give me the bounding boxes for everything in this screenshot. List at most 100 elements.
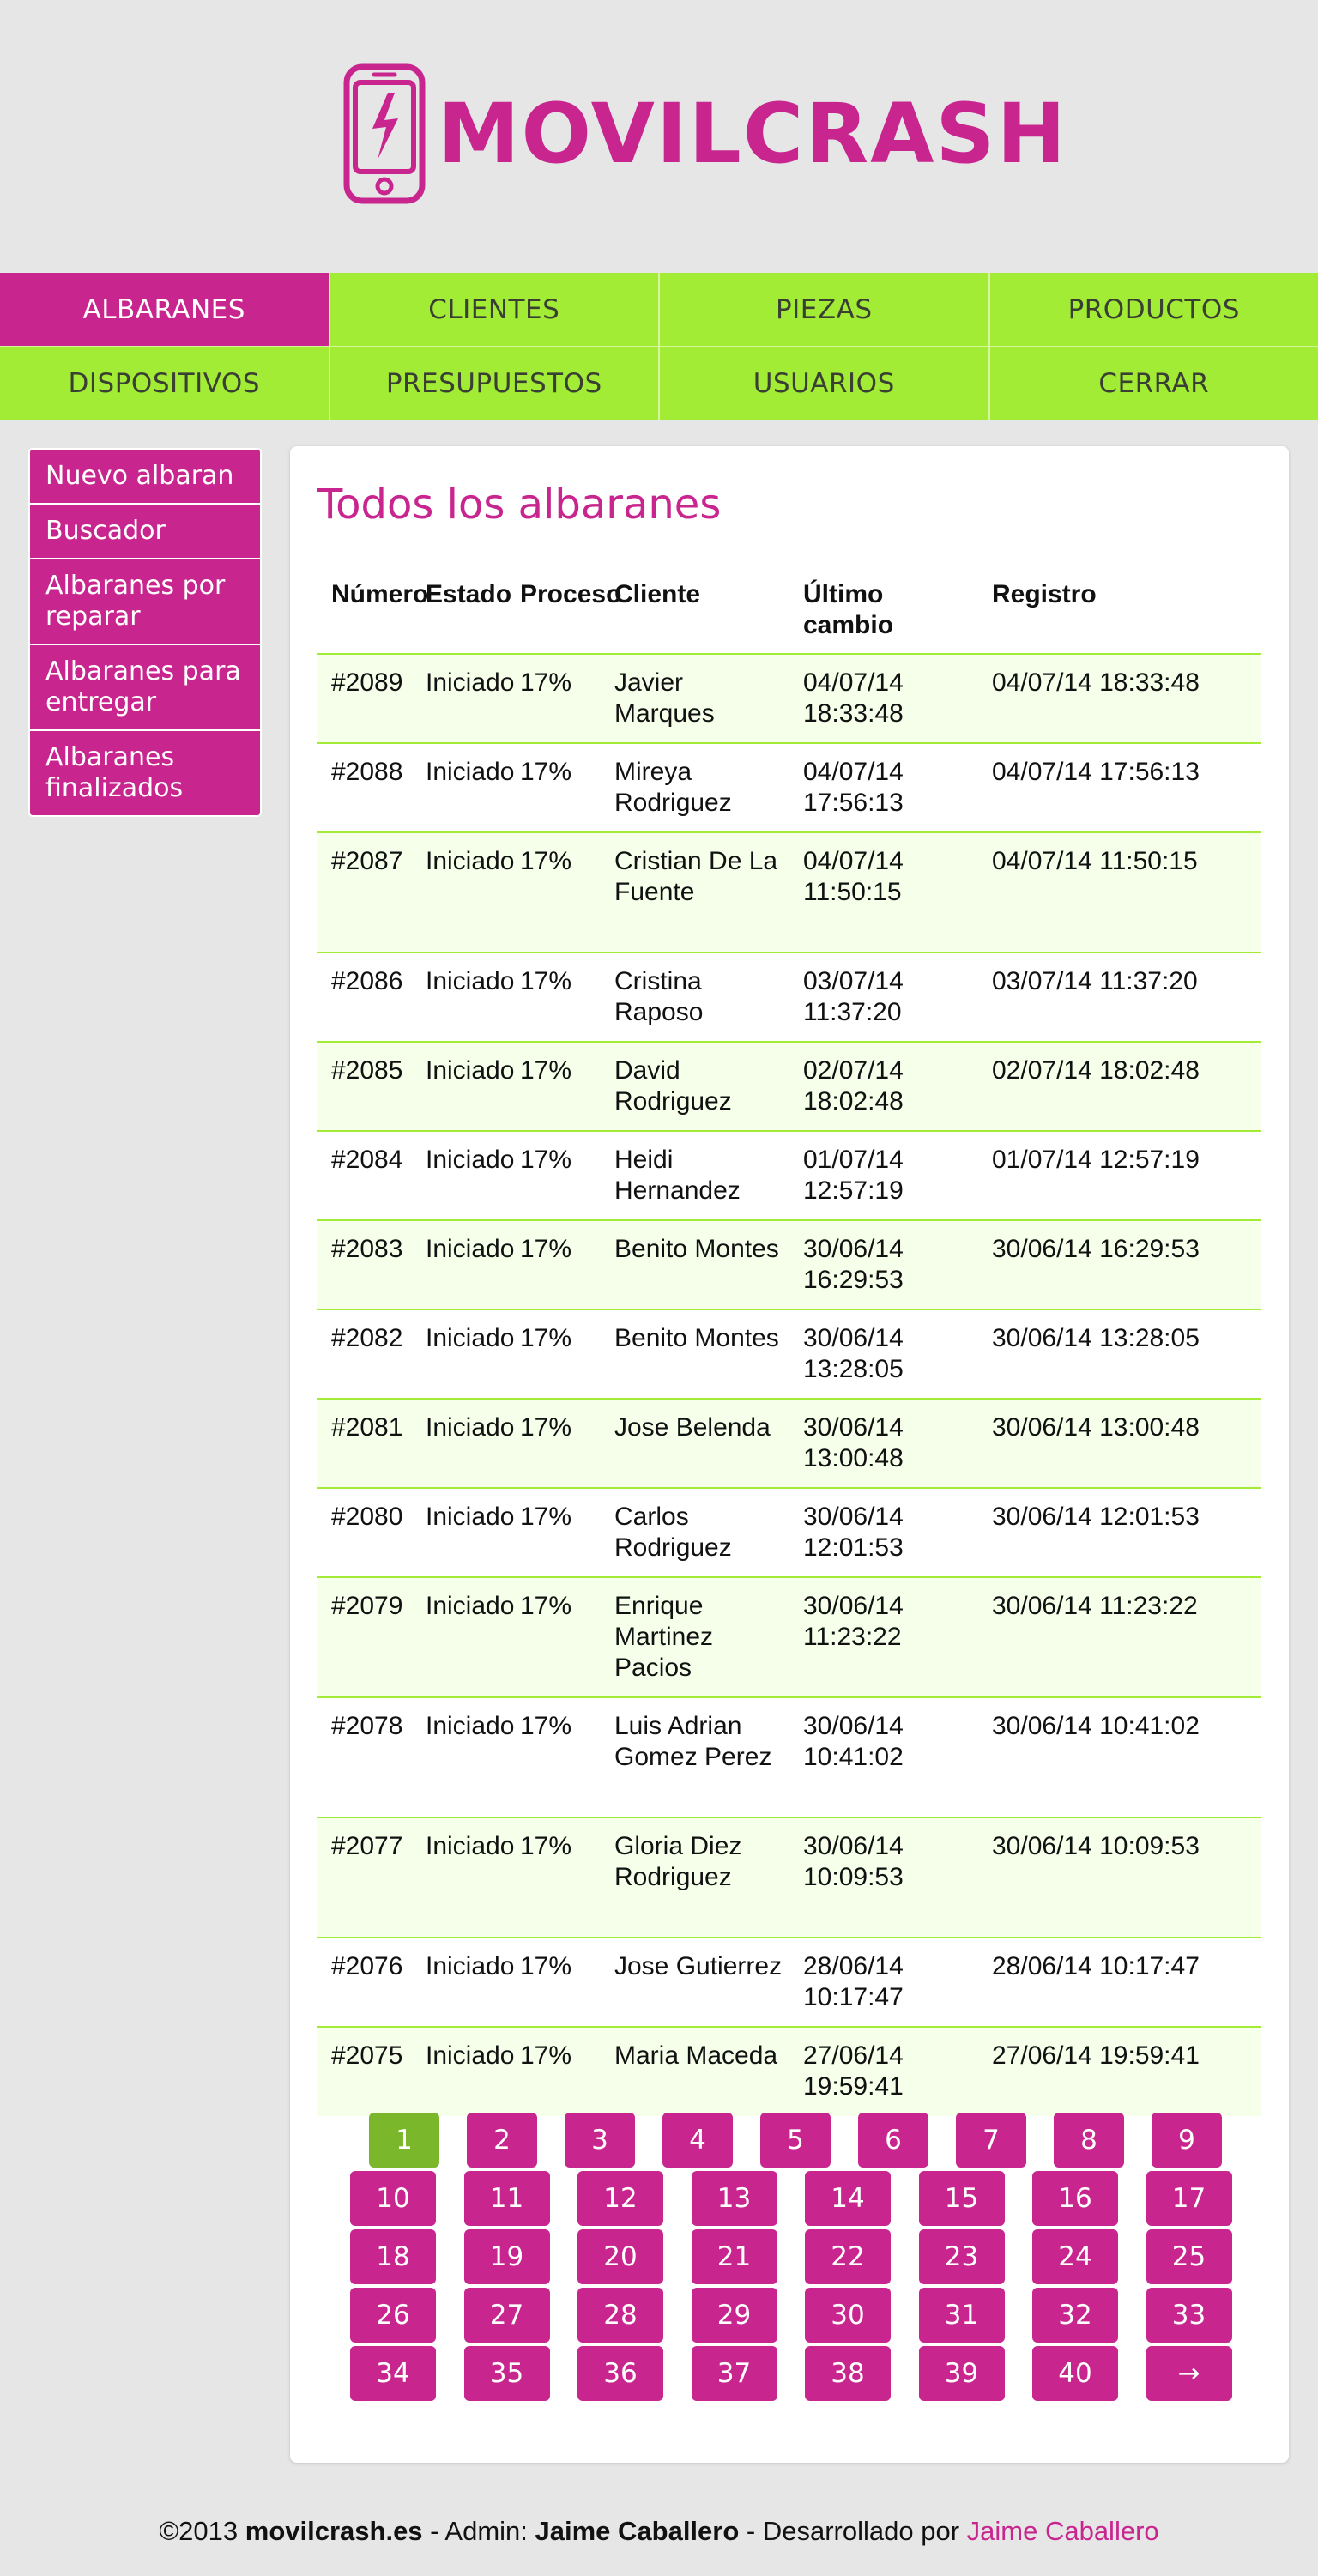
page-button[interactable]: 28 [577,2288,663,2343]
page-button[interactable]: 35 [463,2346,550,2401]
table-row[interactable]: #2080 Iniciado 17% Carlos Rodriguez 30/06/14… [317,1488,1261,1578]
page-button[interactable]: 5 [760,2113,831,2168]
column-header-ultimo-cambio[interactable]: Último cambio [789,579,978,655]
pagination: 1 2 3 4 5 6 7 8 9 10 11 12 13 14 15 16 17 18 19 20 21 22 23 24 2… [350,2113,1242,2404]
cell-numero: #2080 [317,1488,412,1578]
column-header-numero[interactable]: Número [317,579,428,655]
page-button[interactable]: 38 [805,2346,891,2401]
table-row[interactable]: #2087 Iniciado 17% Cristian De La Fuente 04/… [317,832,1261,953]
cell-numero: #2075 [331,2041,403,2070]
pagination-row: 10 11 12 13 14 15 16 17 [350,2171,1242,2229]
next-page-button[interactable]: → [1146,2346,1232,2401]
page-button[interactable]: 13 [691,2171,777,2226]
cell-numero: #2079 [317,1577,412,1698]
table-row[interactable]: #2085 Iniciado 17% David Rodriguez 02/07/14 … [317,1042,1261,1132]
page-button[interactable]: 3 [565,2113,635,2168]
sidebar-item-buscador[interactable]: Buscador [28,503,262,558]
page-button[interactable]: 39 [918,2346,1005,2401]
table-row[interactable]: #2075 Iniciado 17% Maria Maceda 27/06/14 19:… [317,2027,1261,2116]
nav-item-usuarios[interactable]: USUARIOS [660,347,990,420]
page-button[interactable]: 30 [805,2288,891,2343]
page-button[interactable]: 40 [1032,2346,1118,2401]
footer: ©2013 movilcrash.es - Admin: Jaime Cabal… [0,2516,1318,2547]
table-row[interactable]: #2079 Iniciado 17% Enrique Martinez Pacios 3… [317,1577,1261,1698]
page-button[interactable]: 25 [1146,2229,1232,2284]
nav-item-cerrar[interactable]: CERRAR [989,347,1318,420]
nav-item-piezas[interactable]: PIEZAS [660,273,990,346]
cell-proceso: 17% [506,1220,601,1310]
cell-ultimo-cambio: 30/06/14 13:00:48 [789,1399,978,1489]
page-button[interactable]: 17 [1146,2171,1232,2226]
page-button[interactable]: 6 [858,2113,928,2168]
sidebar-item-nuevo-albaran[interactable]: Nuevo albaran [28,448,262,503]
page-button[interactable]: 8 [1054,2113,1124,2168]
table-row[interactable]: #2086 Iniciado 17% Cristina Raposo 03/07/14 … [317,952,1261,1043]
nav-item-albaranes[interactable]: ALBARANES [0,273,330,346]
nav-item-dispositivos[interactable]: DISPOSITIVOS [0,347,330,420]
cell-numero: #2087 [317,832,412,953]
cell-proceso: 17% [506,1131,601,1221]
page-button[interactable]: 1 [369,2113,439,2168]
page-button[interactable]: 19 [463,2229,550,2284]
page-button[interactable]: 12 [577,2171,663,2226]
column-header-registro[interactable]: Registro [978,579,1261,655]
page-button[interactable]: 14 [805,2171,891,2226]
nav-item-presupuestos[interactable]: PRESUPUESTOS [330,347,660,420]
table-row[interactable]: #2077 Iniciado 17% Gloria Diez Rodriguez 30/… [317,1817,1261,1938]
table-row[interactable]: #2076 Iniciado 17% Jose Gutierrez 28/06/14 1… [317,1938,1261,2028]
footer-developer-link[interactable]: Jaime Caballero [967,2516,1159,2546]
page-button[interactable]: 27 [463,2288,550,2343]
column-header-cliente[interactable]: Cliente [601,579,789,655]
page-button[interactable]: 15 [918,2171,1005,2226]
table-row[interactable]: #2083 Iniciado 17% Benito Montes 30/06/14 16… [317,1220,1261,1310]
cell-registro: 30/06/14 12:01:53 [978,1488,1261,1578]
page-button[interactable]: 18 [350,2229,436,2284]
page-button[interactable]: 26 [350,2288,436,2343]
page-button[interactable]: 34 [350,2346,436,2401]
page-button[interactable]: 7 [956,2113,1026,2168]
sidebar-item-albaranes-por-reparar[interactable]: Albaranes por reparar [28,558,262,644]
page-button[interactable]: 33 [1146,2288,1232,2343]
sidebar-item-albaranes-finalizados[interactable]: Albaranes finalizados [28,729,262,817]
cell-numero: #2076 [317,1938,412,2028]
table-row[interactable]: #2081 Iniciado 17% Jose Belenda 30/06/14 13:… [317,1399,1261,1489]
column-header-estado[interactable]: Estado [412,579,511,655]
page-button[interactable]: 32 [1032,2288,1118,2343]
cell-numero: #2077 [317,1817,412,1938]
footer-admin-name: Jaime Caballero [535,2516,740,2546]
nav-item-productos[interactable]: PRODUCTOS [989,273,1318,346]
page-button[interactable]: 31 [918,2288,1005,2343]
page-button[interactable]: 21 [691,2229,777,2284]
cell-numero: #2089 [317,654,412,744]
cell-estado: Iniciado [412,952,514,1043]
page-button[interactable]: 36 [577,2346,663,2401]
cell-ultimo-cambio: 30/06/14 10:09:53 [789,1817,978,1938]
table-row[interactable]: #2082 Iniciado 17% Benito Montes 30/06/14 13… [317,1309,1261,1400]
cell-estado: Iniciado [426,2041,515,2070]
table-row[interactable]: #2088 Iniciado 17% Mireya Rodriguez 04/07/14… [317,743,1261,833]
page-button[interactable]: 2 [467,2113,537,2168]
cell-ultimo-cambio: 30/06/14 13:28:05 [789,1309,978,1400]
cell-cliente: Javier Marques [601,654,789,744]
page-button[interactable]: 4 [662,2113,733,2168]
page-button[interactable]: 24 [1032,2229,1118,2284]
page-button[interactable]: 10 [350,2171,436,2226]
table-row[interactable]: #2084 Iniciado 17% Heidi Hernandez 01/07/14 … [317,1131,1261,1221]
brand-name: MOVILCRASH [438,86,1067,182]
cell-proceso: 17% [506,1697,601,1818]
sidebar-item-albaranes-para-entregar[interactable]: Albaranes para entregar [28,644,262,729]
nav-item-clientes[interactable]: CLIENTES [330,273,660,346]
page-button[interactable]: 16 [1032,2171,1118,2226]
page-button[interactable]: 11 [463,2171,550,2226]
page-button[interactable]: 22 [805,2229,891,2284]
page-button[interactable]: 9 [1152,2113,1222,2168]
page-button[interactable]: 20 [577,2229,663,2284]
logo[interactable]: MOVILCRASH [343,63,1067,204]
page-button[interactable]: 29 [691,2288,777,2343]
page-button[interactable]: 23 [918,2229,1005,2284]
column-header-proceso[interactable]: Proceso [506,579,621,655]
page-button[interactable]: 37 [691,2346,777,2401]
table-row[interactable]: #2089 Iniciado 17% Javier Marques 04/07/14 1… [317,654,1261,744]
cell-ultimo-cambio: 03/07/14 11:37:20 [789,952,978,1043]
table-row[interactable]: #2078 Iniciado 17% Luis Adrian Gomez Perez 3… [317,1697,1261,1818]
